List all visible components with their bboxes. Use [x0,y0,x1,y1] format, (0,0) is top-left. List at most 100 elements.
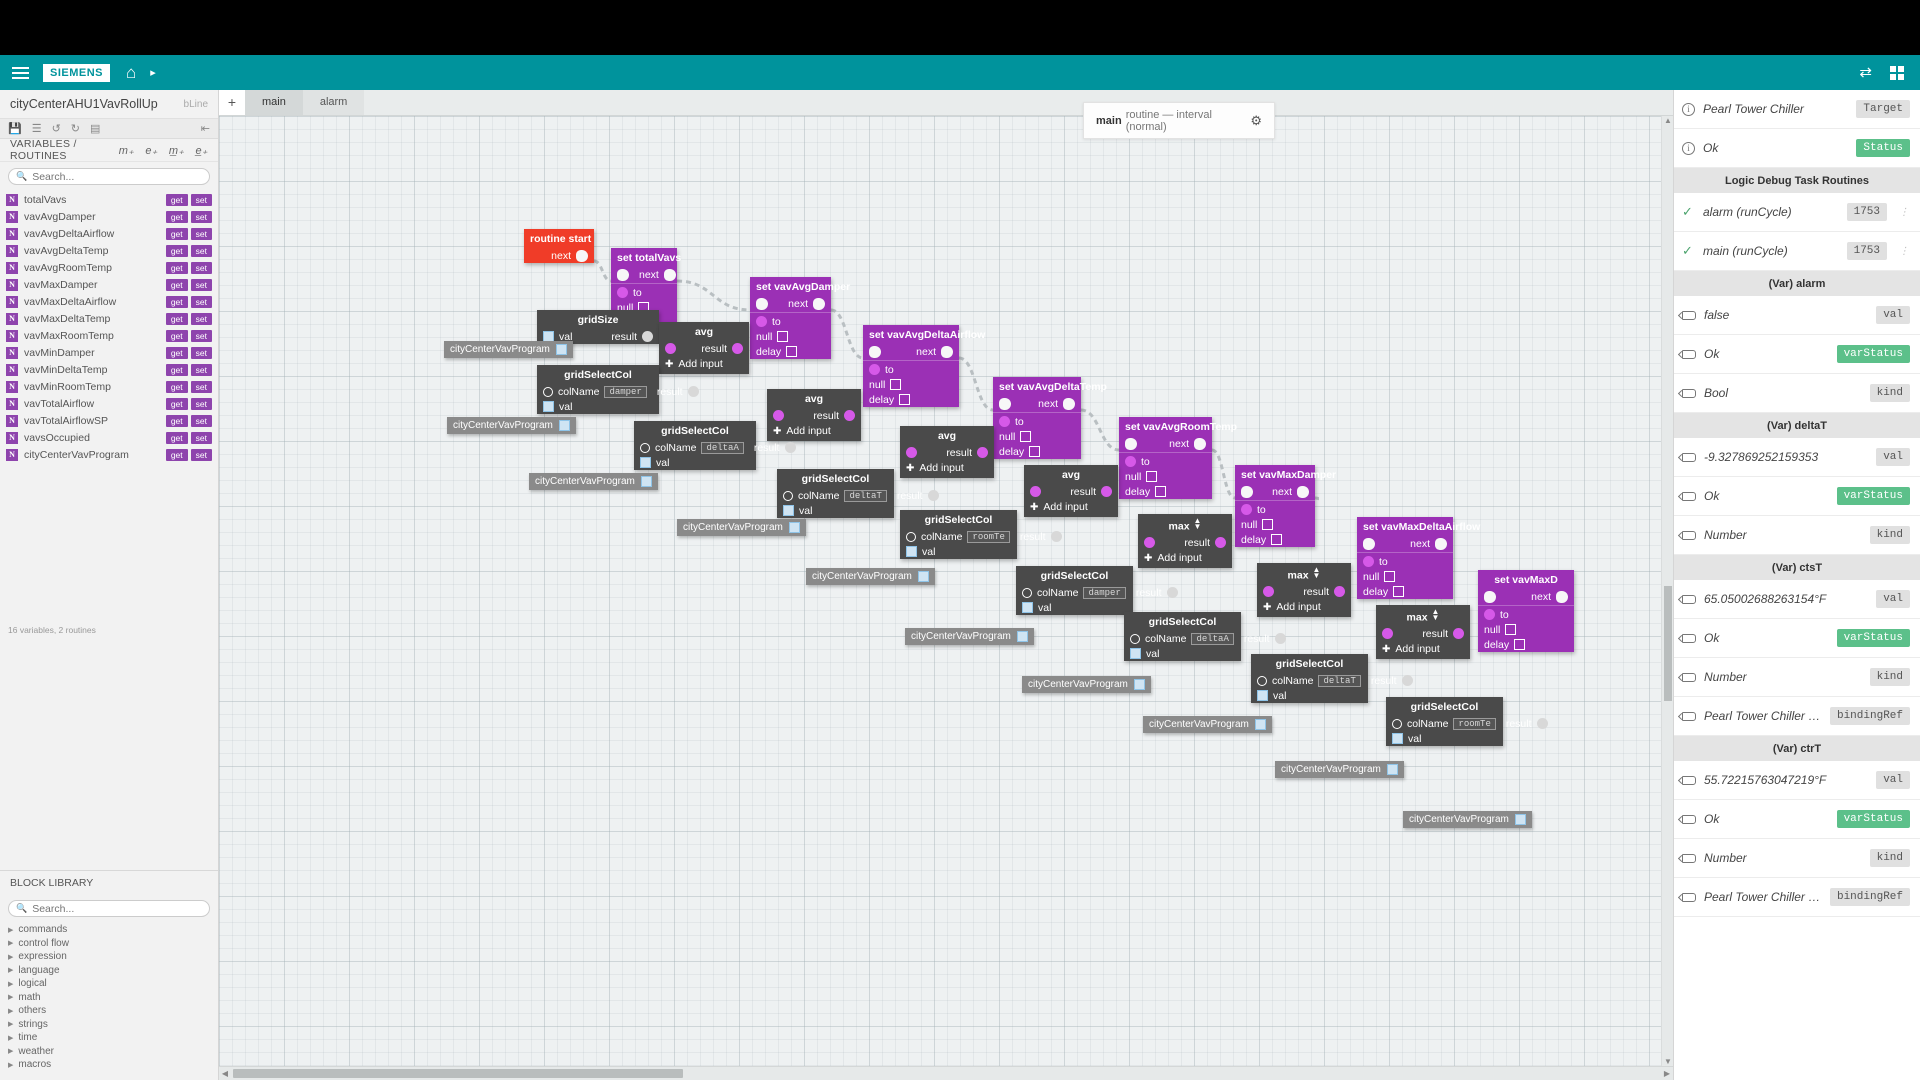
node-input-delay[interactable]: delay [863,392,959,407]
program-port[interactable] [1133,679,1145,690]
colname-value[interactable]: roomTe [967,530,1010,543]
node-n18[interactable]: gridSelectCol colName damper result val [1016,566,1178,615]
delay-checkbox[interactable] [1514,639,1526,650]
output-port[interactable] [1101,486,1112,497]
delay-checkbox[interactable] [899,394,911,405]
tab-main[interactable]: main [245,90,303,115]
set-button[interactable]: set [190,295,212,308]
null-checkbox[interactable] [1146,471,1158,482]
colname-value[interactable]: deltaT [844,489,887,502]
program-port[interactable] [558,420,570,431]
debug-row[interactable]: -9.327869252159353 val [1674,438,1920,477]
variable-row[interactable]: NvavsOccupied get set [0,429,218,446]
val-checkbox[interactable] [783,505,794,516]
block-search-input[interactable] [32,902,202,915]
node-io-row[interactable]: result [659,341,749,356]
flow-out-port[interactable] [1194,437,1206,450]
node-input-to[interactable]: to [611,285,677,300]
node-val-row[interactable]: val [1251,688,1368,703]
node-n8[interactable]: avg result ✚ Add input [767,389,861,441]
node-input-to[interactable]: to [750,314,831,329]
delay-checkbox[interactable] [1155,486,1167,497]
input-port[interactable] [1241,504,1252,515]
input-port[interactable] [773,410,784,421]
debug-row[interactable]: Ok varStatus [1674,619,1920,658]
colname-value[interactable]: deltaT [1318,674,1361,687]
program-reference-block[interactable]: cityCenterVavProgram [1022,676,1151,693]
null-checkbox[interactable] [1505,624,1517,635]
debug-row[interactable]: ✓ main (runCycle) 1753 ⋮ [1674,232,1920,271]
delay-checkbox[interactable] [1029,446,1041,457]
node-n25[interactable]: gridSelectCol colName roomTe result val [1386,697,1548,746]
add-input-button[interactable]: ✚ Add input [1257,599,1351,617]
null-checkbox[interactable] [1262,519,1274,530]
table-icon[interactable]: ▤ [90,122,100,135]
node-input-to[interactable]: to [1357,554,1453,569]
val-checkbox[interactable] [906,546,917,557]
output-port[interactable] [732,343,743,354]
variable-row[interactable]: NcityCenterVavProgram get set [0,446,218,463]
output-port[interactable] [1401,675,1413,686]
flow-in-port[interactable] [1241,485,1253,498]
input-port[interactable] [906,447,917,458]
vscroll-thumb[interactable] [1664,586,1672,701]
val-checkbox[interactable] [1130,648,1141,659]
node-io-row[interactable]: result [1376,626,1470,641]
colname-value[interactable]: deltaA [1191,632,1234,645]
node-colname-row[interactable]: colName deltaT result [777,488,939,503]
node-n19[interactable]: set vavMaxDeltaAirflow next to null delay [1357,517,1480,599]
debug-row[interactable]: ✓ alarm (runCycle) 1753 ⋮ [1674,193,1920,232]
set-button[interactable]: set [190,193,212,206]
get-button[interactable]: get [165,346,188,359]
get-button[interactable]: get [165,397,188,410]
node-input-delay[interactable]: delay [1235,532,1315,547]
input-port[interactable] [617,287,628,298]
redo-icon[interactable]: ↻ [71,122,80,135]
add-input-button[interactable]: ✚ Add input [1138,550,1232,568]
get-button[interactable]: get [165,448,188,461]
flow-out-port[interactable] [1556,590,1568,603]
get-button[interactable]: get [165,380,188,393]
node-n14[interactable]: avg result ✚ Add input [1024,465,1118,517]
variable-row[interactable]: NvavMinDeltaTemp get set [0,361,218,378]
debug-row[interactable]: Ok varStatus [1674,335,1920,374]
node-n23[interactable]: max ▲ ▼ result ✚ Add input [1376,605,1470,660]
search-input[interactable] [32,170,202,183]
node-graph-canvas[interactable]: routine start next set totalVavs next to null… [219,116,1673,1066]
null-checkbox[interactable] [1020,431,1032,442]
node-val-row[interactable]: val [1016,600,1133,615]
node-n22[interactable]: set vavMaxD next to null delay [1478,570,1574,652]
output-port[interactable] [1050,531,1062,542]
program-port[interactable] [1016,631,1028,642]
node-n11[interactable]: avg result ✚ Add input [900,426,994,478]
input-port[interactable] [1484,609,1495,620]
node-n7[interactable]: set vavAvgDeltaAirflow next to null delay [863,325,985,407]
output-port[interactable] [927,490,939,501]
node-flow-row[interactable]: next [611,267,677,282]
set-button[interactable]: set [190,227,212,240]
scroll-left-icon[interactable]: ◀ [219,1069,231,1078]
null-checkbox[interactable] [777,331,789,342]
block-category[interactable]: ▶ macros [0,1058,218,1072]
null-checkbox[interactable] [1384,571,1396,582]
add-input-button[interactable]: ✚ Add input [900,460,994,478]
colname-port[interactable] [640,442,650,453]
node-val-row[interactable]: val [1386,731,1503,746]
debug-row[interactable]: Number kind [1674,516,1920,555]
output-port[interactable] [1334,586,1345,598]
debug-row[interactable]: 65.05002688263154°F val [1674,580,1920,619]
colname-port[interactable] [783,490,793,501]
node-n24[interactable]: gridSelectCol colName deltaT result val [1251,654,1413,703]
node-colname-row[interactable]: colName deltaA result [1124,631,1286,646]
node-input-delay[interactable]: delay [1478,637,1574,652]
apps-grid-icon[interactable] [1890,65,1904,80]
node-val-row[interactable]: val [634,455,756,470]
set-button[interactable]: set [190,414,212,427]
node-n16[interactable]: set vavMaxDamper next to null delay [1235,465,1336,547]
input-port[interactable] [869,364,880,375]
node-colname-row[interactable]: colName damper result [537,384,699,399]
node-n13[interactable]: set vavAvgRoomTemp next to null delay [1119,417,1237,499]
node-input-delay[interactable]: delay [1357,584,1453,599]
val-checkbox[interactable] [1022,602,1033,613]
program-port[interactable] [1254,719,1266,730]
